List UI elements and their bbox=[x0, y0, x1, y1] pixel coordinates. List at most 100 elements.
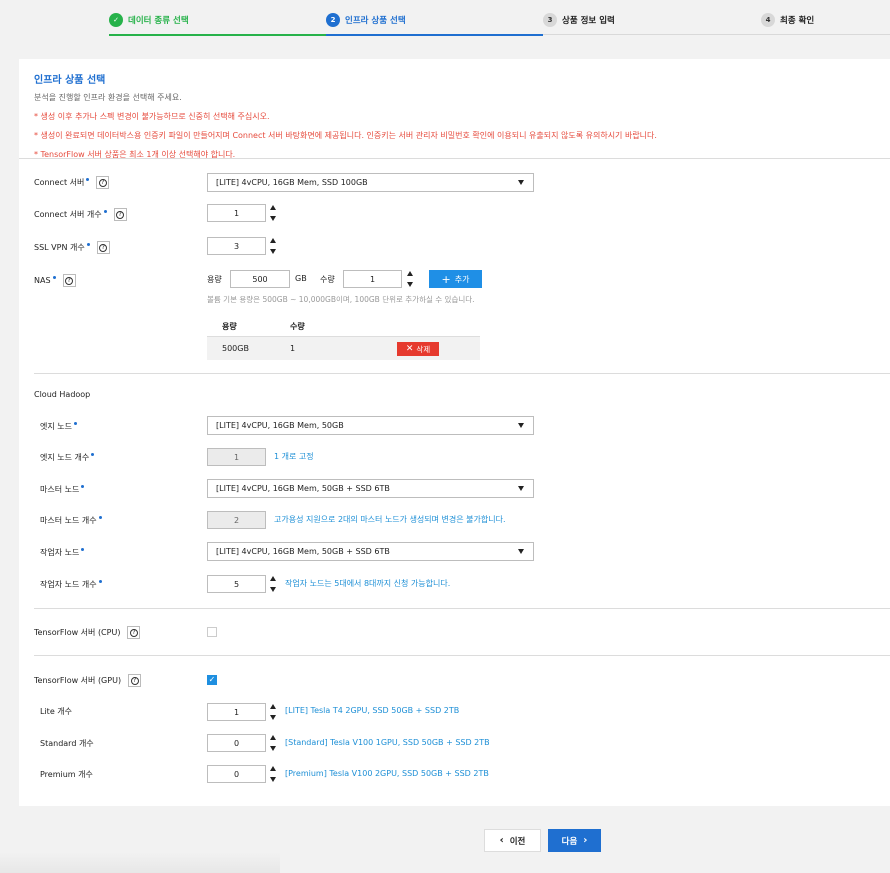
edge-node-label: 엣지 노드 bbox=[40, 421, 77, 432]
arrow-down-icon[interactable] bbox=[270, 216, 276, 221]
warning-text: * 생성이 완료되면 데이터박스용 인증키 파일이 만들어지며 Connect … bbox=[34, 131, 657, 140]
column-header: 용량 bbox=[222, 322, 237, 331]
help-icon[interactable]: ? bbox=[96, 241, 110, 254]
master-count-input: 2 bbox=[207, 511, 266, 529]
button-label: 이전 bbox=[509, 836, 526, 847]
standard-count-input[interactable]: 0 bbox=[207, 734, 266, 752]
step-product-info: 3 상품 정보 입력 bbox=[543, 13, 615, 27]
standard-count-label: Standard 개수 bbox=[40, 739, 94, 748]
step-line-active bbox=[326, 34, 543, 36]
required-dot bbox=[86, 243, 90, 246]
check-icon: ✓ bbox=[208, 675, 216, 684]
tf-cpu-label: TensorFlow 서버 (CPU) ? bbox=[34, 626, 141, 639]
step-label: 상품 정보 입력 bbox=[562, 16, 615, 26]
chevron-left-icon: ‹ bbox=[499, 835, 504, 846]
worker-count-label: 작업자 노드 개수 bbox=[40, 579, 102, 590]
nas-qty-label: 수량 bbox=[320, 275, 335, 284]
arrow-up-icon[interactable] bbox=[270, 735, 276, 740]
caret-down-icon bbox=[518, 486, 524, 491]
worker-node-select[interactable]: [LITE] 4vCPU, 16GB Mem, 50GB + SSD 6TB bbox=[207, 542, 534, 561]
arrow-up-icon[interactable] bbox=[270, 766, 276, 771]
connect-count-label: Connect 서버 개수 ? bbox=[34, 208, 127, 221]
ssl-vpn-count-input[interactable]: 3 bbox=[207, 237, 266, 255]
caret-down-icon bbox=[518, 423, 524, 428]
nas-qty-stepper[interactable] bbox=[407, 270, 414, 288]
edge-count-label: 엣지 노드 개수 bbox=[40, 452, 95, 463]
help-icon[interactable]: ? bbox=[128, 674, 142, 687]
help-icon[interactable]: ? bbox=[113, 208, 127, 221]
label-text: TensorFlow 서버 (GPU) bbox=[34, 676, 122, 685]
arrow-down-icon[interactable] bbox=[270, 746, 276, 751]
select-value: [LITE] 4vCPU, 16GB Mem, 50GB bbox=[216, 421, 344, 430]
button-label: 삭제 bbox=[416, 344, 431, 354]
arrow-down-icon[interactable] bbox=[270, 249, 276, 254]
arrow-down-icon[interactable] bbox=[270, 587, 276, 592]
master-node-select[interactable]: [LITE] 4vCPU, 16GB Mem, 50GB + SSD 6TB bbox=[207, 479, 534, 498]
worker-count-stepper[interactable] bbox=[270, 575, 277, 593]
nas-qty-input[interactable]: 1 bbox=[343, 270, 402, 288]
help-icon[interactable]: ? bbox=[127, 626, 141, 639]
connect-count-input[interactable]: 1 bbox=[207, 204, 266, 222]
select-value: [LITE] 4vCPU, 16GB Mem, 50GB + SSD 6TB bbox=[216, 484, 390, 493]
arrow-up-icon[interactable] bbox=[270, 576, 276, 581]
nas-capacity-label: 용량 bbox=[207, 275, 222, 284]
bottom-shadow bbox=[0, 852, 280, 873]
lite-note: [LITE] Tesla T4 2GPU, SSD 50GB + SSD 2TB bbox=[285, 706, 460, 715]
step-label: 최종 확인 bbox=[780, 16, 815, 26]
delete-button[interactable]: ✕ 삭제 bbox=[397, 342, 439, 356]
connect-count-stepper[interactable] bbox=[270, 204, 277, 222]
close-icon: ✕ bbox=[405, 344, 414, 354]
arrow-up-icon[interactable] bbox=[270, 704, 276, 709]
arrow-down-icon[interactable] bbox=[270, 777, 276, 782]
lite-count-input[interactable]: 1 bbox=[207, 703, 266, 721]
label-text: 마스터 노드 bbox=[40, 485, 80, 494]
section-header: 인프라 상품 선택 분석을 진행할 인프라 환경을 선택해 주세요. * 생성 … bbox=[34, 71, 657, 160]
step-number: 3 bbox=[543, 13, 557, 27]
required-dot bbox=[86, 178, 90, 181]
tf-gpu-checkbox[interactable]: ✓ bbox=[207, 675, 217, 685]
required-dot bbox=[52, 276, 56, 279]
edge-count-note: 1 개로 고정 bbox=[274, 452, 314, 461]
page-title: 인프라 상품 선택 bbox=[34, 75, 106, 86]
lite-count-stepper[interactable] bbox=[270, 703, 277, 721]
standard-count-stepper[interactable] bbox=[270, 734, 277, 752]
select-value: [LITE] 4vCPU, 16GB Mem, 50GB + SSD 6TB bbox=[216, 547, 390, 556]
tf-cpu-checkbox[interactable] bbox=[207, 627, 217, 637]
nas-unit: GB bbox=[295, 274, 307, 283]
nas-capacity-input[interactable]: 500 bbox=[230, 270, 290, 288]
ssl-vpn-label: SSL VPN 개수 ? bbox=[34, 241, 110, 254]
table-row: 500GB 1 ✕ 삭제 bbox=[207, 337, 480, 360]
step-confirm: 4 최종 확인 bbox=[761, 13, 814, 27]
arrow-up-icon[interactable] bbox=[270, 205, 276, 210]
divider bbox=[34, 655, 890, 656]
plus-icon: + bbox=[441, 272, 451, 286]
select-value: [LITE] 4vCPU, 16GB Mem, SSD 100GB bbox=[216, 178, 368, 187]
prev-button[interactable]: ‹ 이전 bbox=[484, 829, 541, 852]
arrow-up-icon[interactable] bbox=[407, 271, 413, 276]
tf-gpu-label: TensorFlow 서버 (GPU) ? bbox=[34, 674, 142, 687]
label-text: NAS bbox=[34, 276, 51, 285]
arrow-down-icon[interactable] bbox=[407, 282, 413, 287]
help-icon[interactable]: ? bbox=[96, 176, 110, 189]
arrow-up-icon[interactable] bbox=[270, 238, 276, 243]
premium-count-stepper[interactable] bbox=[270, 765, 277, 783]
label-text: 엣지 노드 개수 bbox=[40, 453, 90, 462]
connect-server-select[interactable]: [LITE] 4vCPU, 16GB Mem, SSD 100GB bbox=[207, 173, 534, 192]
premium-count-input[interactable]: 0 bbox=[207, 765, 266, 783]
caret-down-icon bbox=[518, 180, 524, 185]
nas-hint: 볼륨 기본 용량은 500GB ~ 10,000GB이며, 100GB 단위로 … bbox=[207, 295, 475, 304]
required-dot bbox=[103, 210, 107, 213]
caret-down-icon bbox=[518, 549, 524, 554]
label-text: Connect 서버 개수 bbox=[34, 210, 102, 219]
arrow-down-icon[interactable] bbox=[270, 715, 276, 720]
help-icon[interactable]: ? bbox=[62, 274, 76, 287]
next-button[interactable]: 다음 › bbox=[548, 829, 601, 852]
master-count-label: 마스터 노드 개수 bbox=[40, 515, 102, 526]
worker-count-input[interactable]: 5 bbox=[207, 575, 266, 593]
edge-node-select[interactable]: [LITE] 4vCPU, 16GB Mem, 50GB bbox=[207, 416, 534, 435]
label-text: SSL VPN 개수 bbox=[34, 243, 85, 252]
nas-add-button[interactable]: + 추가 bbox=[429, 270, 482, 288]
label-text: 엣지 노드 bbox=[40, 422, 72, 431]
ssl-vpn-stepper[interactable] bbox=[270, 237, 277, 255]
label-text: 마스터 노드 개수 bbox=[40, 516, 97, 525]
